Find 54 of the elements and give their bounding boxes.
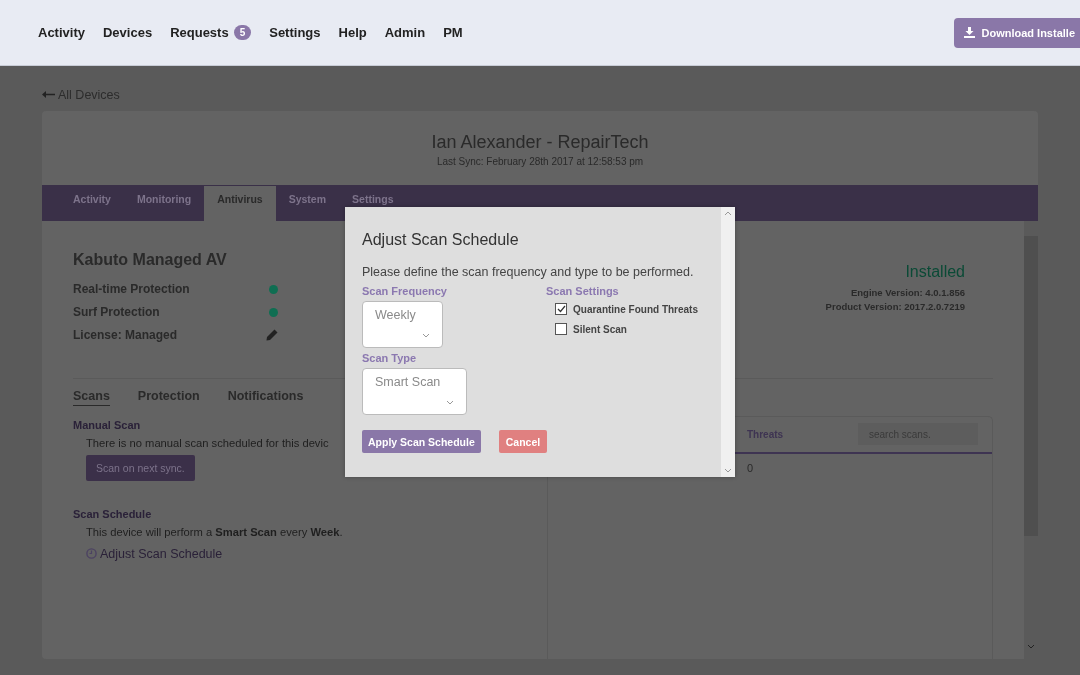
pencil-icon[interactable] xyxy=(266,329,278,341)
nav-link[interactable]: Devices xyxy=(102,25,153,40)
download-icon xyxy=(964,27,976,38)
tab[interactable]: Antivirus xyxy=(204,185,276,221)
chevron-down-icon xyxy=(1027,643,1035,649)
download-button[interactable]: Download Installe xyxy=(954,17,1080,48)
tab[interactable]: Monitoring xyxy=(123,185,205,221)
av-title: Kabuto Managed AV xyxy=(73,250,228,269)
sub-tab[interactable]: Scans xyxy=(73,388,110,406)
checkbox-label: Silent Scan xyxy=(573,323,627,335)
apply-button[interactable]: Apply Scan Schedule xyxy=(362,430,481,453)
checkbox[interactable] xyxy=(555,323,567,335)
nav-link[interactable]: Settings xyxy=(269,25,321,40)
nav-link[interactable]: PM xyxy=(443,25,463,40)
setting-label: Real-time Protection xyxy=(73,282,190,296)
count-badge: 5 xyxy=(233,25,252,40)
install-status: Installed xyxy=(905,262,965,281)
manual-scan-text: There is no manual scan scheduled for this devic xyxy=(86,436,329,449)
scan-button[interactable]: Scan on next sync. xyxy=(86,454,195,481)
arrow-left-icon xyxy=(42,91,55,98)
tab[interactable]: Activity xyxy=(60,185,124,221)
schedule-text: This device will perform a Smart Scan every Week. xyxy=(86,525,343,538)
device-title: Ian Alexander - RepairTech xyxy=(431,131,649,153)
field-label: Scan Type xyxy=(362,352,418,364)
nav-link[interactable]: Requests 5 xyxy=(170,25,252,40)
nav-link[interactable]: Admin xyxy=(384,25,426,40)
setting-label: Surf Protection xyxy=(73,305,160,319)
type-select[interactable]: Smart Scan xyxy=(362,368,467,415)
sub-tab[interactable]: Protection xyxy=(137,388,200,406)
chevron-up-icon xyxy=(724,211,732,216)
field-label: Scan Frequency xyxy=(362,285,448,297)
nav-link[interactable]: Activity xyxy=(38,25,85,40)
cancel-button[interactable]: Cancel xyxy=(498,430,548,453)
sub-tab[interactable]: Notifications xyxy=(227,388,304,406)
section-heading: Scan Schedule xyxy=(73,507,152,520)
chevron-down-icon xyxy=(422,333,430,338)
nav-link[interactable]: Help xyxy=(338,25,367,40)
section-heading: Manual Scan xyxy=(73,418,141,431)
chevron-down-icon xyxy=(446,400,454,405)
checkbox-label: Quarantine Found Threats xyxy=(573,303,698,315)
scrollbar[interactable] xyxy=(721,207,735,477)
checkbox[interactable] xyxy=(555,303,567,315)
tab[interactable]: System xyxy=(275,185,340,221)
field-label: Scan Settings xyxy=(546,285,620,297)
product-version: Product Version: 2017.2.0.7219 xyxy=(825,299,965,314)
frequency-select[interactable]: Weekly xyxy=(362,301,443,348)
clock-icon xyxy=(86,548,97,559)
adjust-schedule-link[interactable]: Adjust Scan Schedule xyxy=(86,546,223,561)
scrollbar[interactable] xyxy=(1024,220,1038,659)
dialog-title: Adjust Scan Schedule xyxy=(362,231,520,249)
setting-label: License: Managed xyxy=(73,328,178,342)
engine-version: Engine Version: 4.0.1.856 xyxy=(850,285,965,300)
chevron-down-icon xyxy=(724,468,732,473)
dialog-description: Please define the scan frequency and type to be performed. xyxy=(362,265,695,279)
